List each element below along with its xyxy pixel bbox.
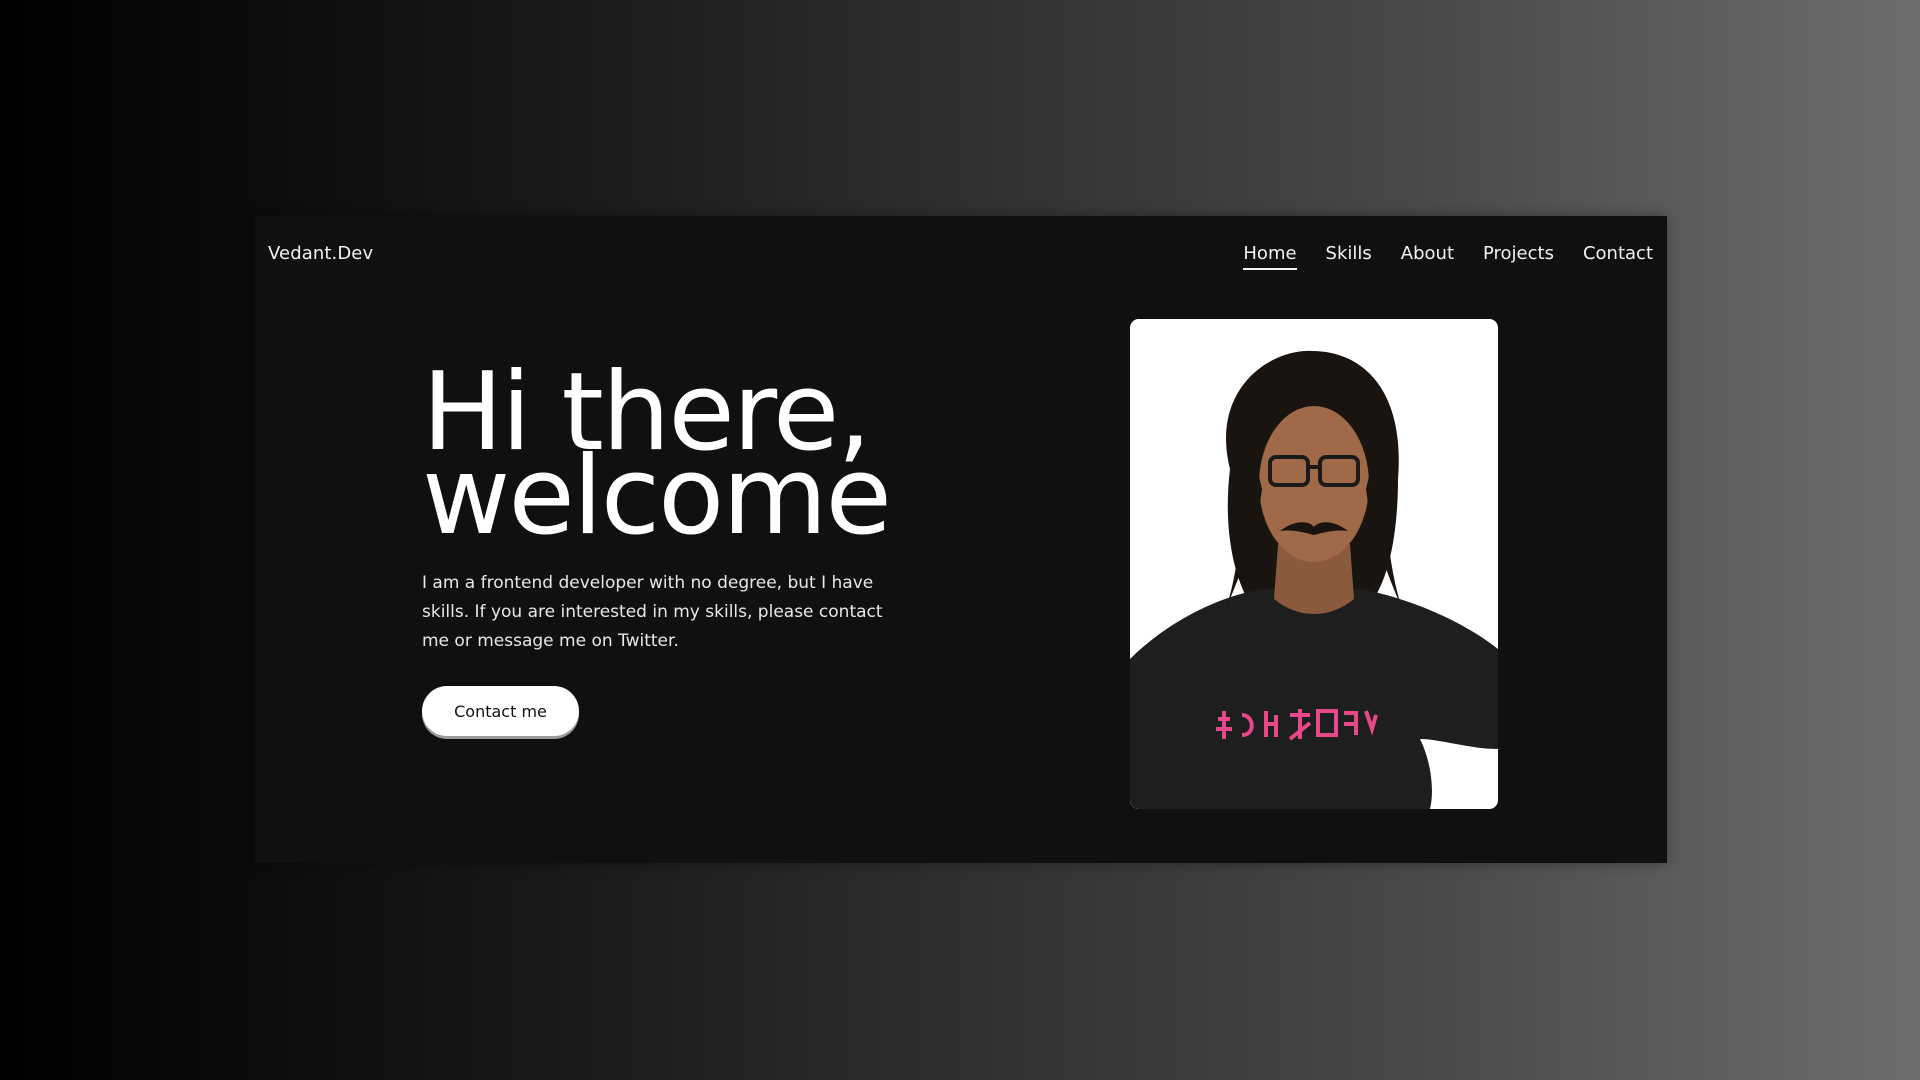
hero-title: Hi there, welcome xyxy=(422,359,892,559)
contact-me-button[interactable]: Contact me xyxy=(422,686,579,736)
main-nav: Home Skills About Projects Contact xyxy=(1243,243,1653,270)
hero-description: I am a frontend developer with no degree… xyxy=(422,573,883,651)
brand-logo[interactable]: Vedant.Dev xyxy=(268,243,373,264)
nav-about[interactable]: About xyxy=(1401,243,1454,270)
website-frame: Vedant.Dev Home Skills About Projects Co… xyxy=(255,216,1667,863)
nav-projects[interactable]: Projects xyxy=(1483,243,1554,270)
profile-photo xyxy=(1130,319,1498,809)
hero-title-line-2: welcome xyxy=(422,434,892,559)
nav-home[interactable]: Home xyxy=(1243,243,1297,270)
nav-skills[interactable]: Skills xyxy=(1326,243,1372,270)
profile-portrait-illustration xyxy=(1130,319,1498,809)
nav-contact[interactable]: Contact xyxy=(1583,243,1653,270)
